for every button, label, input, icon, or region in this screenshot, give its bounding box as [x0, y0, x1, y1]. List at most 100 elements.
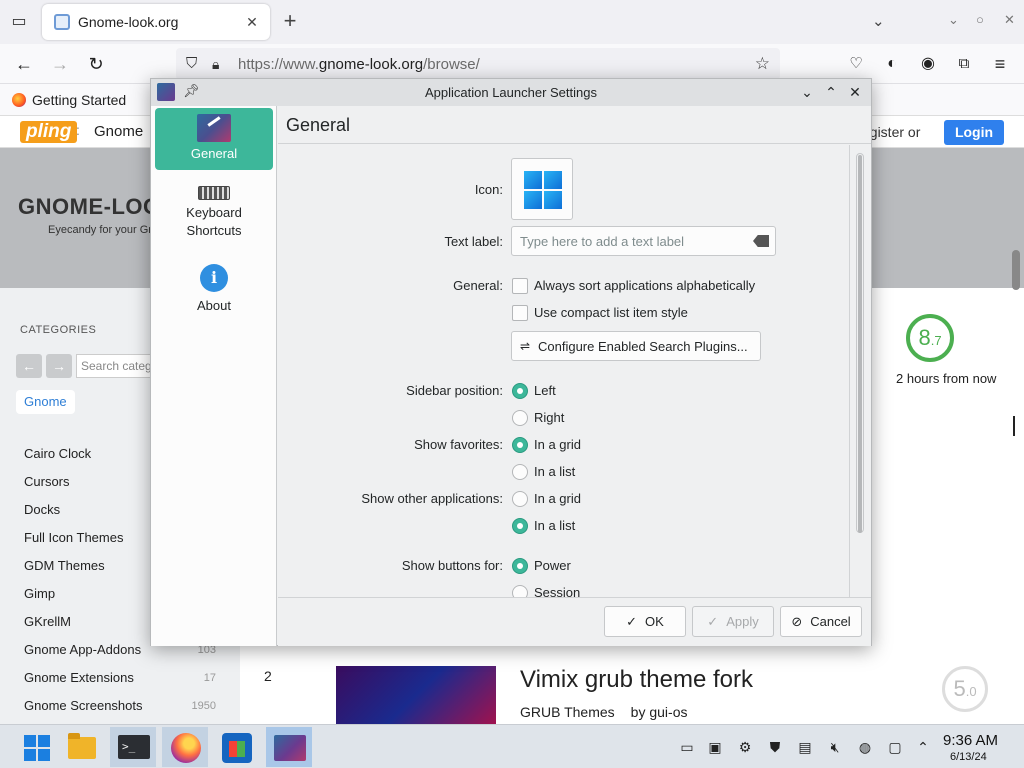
favorites-list-radio[interactable] [512, 464, 528, 480]
entry-author[interactable]: by gui-os [631, 704, 688, 720]
icon-picker-button[interactable] [511, 158, 573, 220]
category-item[interactable]: GDM Themes [24, 558, 105, 573]
text-label-field[interactable] [511, 226, 776, 256]
clock-date[interactable]: 6/13/24 [950, 751, 987, 763]
section-link[interactable]: Gnome [94, 123, 143, 140]
text-label-input[interactable] [520, 231, 740, 251]
buttons-session-label[interactable]: Session [534, 585, 580, 597]
other-grid-label[interactable]: In a grid [534, 491, 581, 506]
category-item[interactable]: Gnome App-Addons [24, 642, 141, 657]
extensions-puzzle-icon[interactable]: ⧉ [952, 52, 976, 76]
sidebar-left-radio[interactable] [512, 383, 528, 399]
favorites-grid-label[interactable]: In a grid [534, 437, 581, 452]
compact-style-checkbox[interactable] [512, 305, 528, 321]
close-window-icon[interactable]: ✕ [1004, 12, 1015, 28]
back-arrow-icon[interactable]: ← [12, 52, 36, 76]
category-item[interactable]: Docks [24, 502, 60, 517]
page-scrollbar[interactable] [1012, 250, 1020, 290]
buttons-power-radio[interactable] [512, 558, 528, 574]
mouse-cursor-icon [1013, 416, 1023, 436]
taskbar-app-launcher-settings[interactable] [266, 727, 312, 767]
maximize-icon[interactable]: ⌃ [821, 82, 841, 102]
display-icon[interactable]: ▢ [886, 738, 904, 756]
globe-network-icon[interactable]: ◍ [856, 738, 874, 756]
always-sort-label[interactable]: Always sort applications alphabetically [534, 278, 755, 293]
clock-time[interactable]: 9:36 AM [943, 732, 998, 749]
category-item[interactable]: Cursors [24, 474, 70, 489]
pocket-icon[interactable]: ♡ [844, 52, 868, 76]
settings-scroll-thumb[interactable] [858, 155, 862, 533]
maximize-window-icon[interactable]: ○ [976, 12, 984, 27]
url-text[interactable]: https://www.gnome-look.org/browse/ [238, 56, 480, 73]
dialog-titlebar[interactable]: 📌︎ Application Launcher Settings ⌄ ⌃ ✕ [151, 79, 871, 106]
taskbar-firefox[interactable] [162, 727, 208, 767]
clipboard-icon[interactable]: ▣ [706, 738, 724, 756]
clear-text-icon[interactable] [753, 235, 769, 247]
sidebar-item-general[interactable]: General [155, 108, 273, 170]
bookmark-getting-started[interactable]: Getting Started [12, 92, 126, 108]
account-icon[interactable]: ◉ [916, 52, 940, 76]
new-tab-icon[interactable]: + [278, 10, 302, 34]
cancel-button[interactable]: ⊘ Cancel [780, 606, 862, 637]
start-menu-button[interactable] [10, 727, 56, 767]
close-icon[interactable]: ✕ [845, 82, 865, 102]
extension-status-icon[interactable]: ◐ [880, 52, 904, 76]
menu-hamburger-icon[interactable]: ≡ [988, 52, 1012, 76]
login-button[interactable]: Login [944, 120, 1004, 145]
category-forward-icon[interactable]: → [46, 354, 72, 378]
active-category-chip[interactable]: Gnome [16, 390, 75, 414]
reload-icon[interactable]: ↻ [84, 52, 108, 76]
text-label-label: Text label: [444, 234, 503, 249]
volume-muted-icon[interactable]: 🔇︎ [826, 738, 844, 756]
list-all-tabs-icon[interactable]: ⌄ [872, 12, 885, 30]
desktop-icon[interactable]: ▭ [678, 738, 696, 756]
sidebar-item-keyboard-shortcuts[interactable]: Keyboard Shortcuts [155, 182, 273, 252]
category-item[interactable]: Cairo Clock [24, 446, 91, 461]
other-list-radio[interactable] [512, 518, 528, 534]
gnome-look-logo[interactable]: GNOME-LOO [18, 194, 161, 220]
sidebar-right-radio[interactable] [512, 410, 528, 426]
ok-button[interactable]: ✓ OK [604, 606, 686, 637]
apply-button[interactable]: ✓ Apply [692, 606, 774, 637]
taskbar-store[interactable] [214, 727, 260, 767]
entry-category[interactable]: GRUB Themes [520, 704, 615, 720]
pling-logo[interactable]: pling [20, 121, 78, 143]
sidebar-item-about[interactable]: i About [155, 264, 273, 320]
category-item[interactable]: Full Icon Themes [24, 530, 123, 545]
favorites-grid-radio[interactable] [512, 437, 528, 453]
entry-thumbnail[interactable] [336, 666, 496, 724]
category-item[interactable]: Gimp [24, 586, 55, 601]
close-tab-icon[interactable]: ✕ [242, 12, 262, 32]
taskbar-terminal[interactable]: >_ [110, 727, 156, 767]
settings-scrollbar[interactable] [856, 153, 864, 533]
buttons-power-label[interactable]: Power [534, 558, 571, 573]
network-share-icon[interactable]: ⚙ [736, 738, 754, 756]
tab-list-icon[interactable]: ▭ [8, 11, 30, 33]
minimize-window-icon[interactable]: ⌄ [948, 12, 959, 28]
sidebar-right-label[interactable]: Right [534, 410, 564, 425]
browser-tab[interactable]: Gnome-look.org ✕ [42, 4, 270, 40]
entry-title[interactable]: Vimix grub theme fork [520, 666, 753, 694]
taskbar-file-manager[interactable] [58, 727, 104, 767]
always-sort-checkbox[interactable] [512, 278, 528, 294]
minimize-icon[interactable]: ⌄ [797, 82, 817, 102]
category-item[interactable]: Gnome Extensions [24, 670, 134, 685]
sidebar-left-label[interactable]: Left [534, 383, 556, 398]
buttons-session-radio[interactable] [512, 585, 528, 597]
category-back-icon[interactable]: ← [16, 354, 42, 378]
bookmark-star-icon[interactable]: ☆ [755, 54, 770, 74]
compact-style-label[interactable]: Use compact list item style [534, 305, 688, 320]
tray-expand-icon[interactable]: ⌃ [914, 738, 932, 756]
lock-icon[interactable]: 🔒︎ [212, 55, 230, 73]
other-grid-radio[interactable] [512, 491, 528, 507]
configure-plugins-button[interactable]: ⇌ Configure Enabled Search Plugins... [511, 331, 761, 361]
security-shield-icon[interactable]: ⛊ [766, 738, 784, 756]
category-item[interactable]: GKrellM [24, 614, 71, 629]
favorites-list-label[interactable]: In a list [534, 464, 575, 479]
forward-arrow-icon[interactable]: → [48, 52, 72, 76]
shield-icon[interactable]: ⛉ [186, 55, 204, 73]
notes-icon[interactable]: ▤ [796, 738, 814, 756]
category-item[interactable]: Gnome Screenshots [24, 698, 143, 713]
url-bar[interactable]: ⛉ 🔒︎ https://www.gnome-look.org/browse/ … [176, 48, 780, 80]
other-list-label[interactable]: In a list [534, 518, 575, 533]
